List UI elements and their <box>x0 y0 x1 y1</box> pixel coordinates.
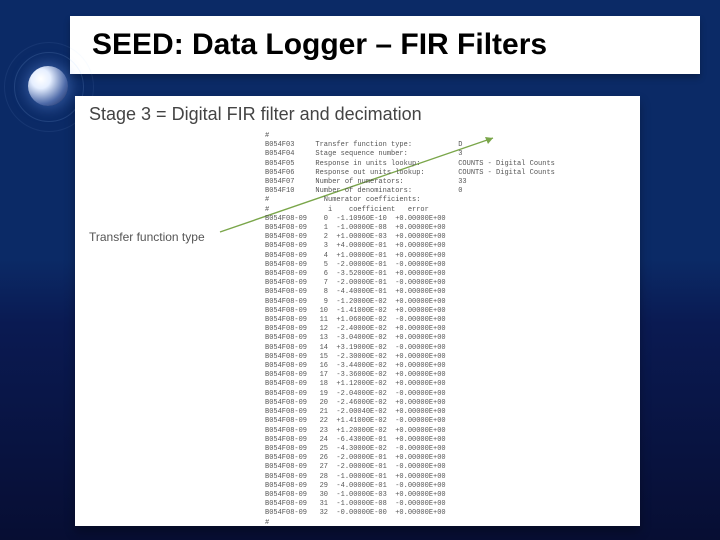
resp-listing: # B054F03 Transfer function type: D B054… <box>265 132 555 528</box>
decorative-orb <box>28 66 68 106</box>
slide-title: SEED: Data Logger – FIR Filters <box>92 28 547 62</box>
title-bar: SEED: Data Logger – FIR Filters <box>70 16 700 74</box>
content-panel: Stage 3 = Digital FIR filter and decimat… <box>75 96 640 526</box>
callout-label: Transfer function type <box>89 230 205 244</box>
stage-heading: Stage 3 = Digital FIR filter and decimat… <box>89 104 422 125</box>
slide: SEED: Data Logger – FIR Filters Stage 3 … <box>0 0 720 540</box>
